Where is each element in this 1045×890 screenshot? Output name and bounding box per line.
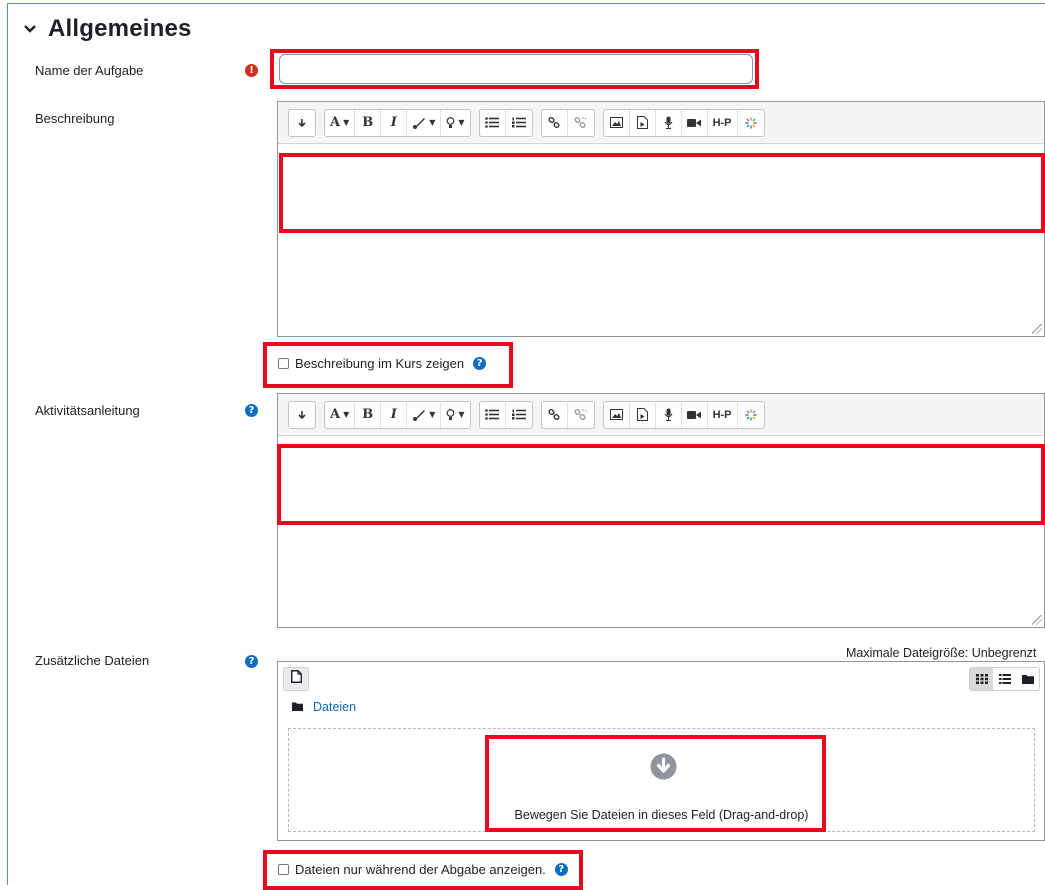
- lightbulb-icon[interactable]: ▼: [441, 110, 469, 136]
- folder-view-icon[interactable]: [1016, 668, 1039, 690]
- highlight-box: [279, 153, 1045, 233]
- highlight-box: [263, 342, 513, 388]
- brush-icon[interactable]: ▼: [407, 109, 442, 136]
- h5p-icon[interactable]: H-P: [708, 109, 738, 136]
- exclamation-circle-icon: !: [245, 64, 258, 77]
- media-icon[interactable]: [630, 401, 656, 428]
- section-header[interactable]: Allgemeines: [24, 15, 192, 43]
- media-icon[interactable]: [630, 109, 656, 136]
- image-icon[interactable]: [604, 401, 630, 428]
- accessibility-checker-icon[interactable]: [738, 110, 764, 136]
- question-circle-icon[interactable]: ?: [245, 404, 258, 417]
- editor-toolbar: A ▼ B I ▼ ▼ H-P: [278, 102, 1044, 144]
- folder-icon: [292, 700, 303, 714]
- bullet-list-icon[interactable]: [480, 401, 506, 428]
- link-icon[interactable]: [542, 401, 568, 428]
- collapse-toolbar-button[interactable]: [289, 110, 315, 136]
- unlink-icon[interactable]: [568, 110, 594, 136]
- highlight-box: [277, 444, 1045, 525]
- file-icon: [290, 670, 302, 688]
- files-label: Zusätzliche Dateien: [35, 653, 150, 668]
- italic-button[interactable]: I: [381, 401, 408, 428]
- h5p-icon[interactable]: H-P: [708, 401, 738, 428]
- image-icon[interactable]: [604, 109, 630, 136]
- resize-handle-icon[interactable]: [1032, 324, 1042, 334]
- collapse-toolbar-button[interactable]: [289, 402, 315, 428]
- video-camera-icon[interactable]: [682, 109, 708, 136]
- numbered-list-icon[interactable]: [506, 402, 532, 428]
- max-file-size: Maximale Dateigröße: Unbegrenzt: [846, 646, 1037, 660]
- folder-link-files[interactable]: Dateien: [313, 700, 356, 714]
- editor-toolbar: A ▼ B I ▼ ▼ H-P: [278, 394, 1044, 436]
- grid-view-icon[interactable]: [970, 668, 993, 690]
- list-view-icon[interactable]: [993, 668, 1016, 690]
- microphone-icon[interactable]: [656, 401, 682, 428]
- breadcrumb: Dateien: [292, 700, 356, 714]
- font-style-button[interactable]: A ▼: [325, 401, 356, 428]
- highlight-box: [485, 735, 826, 832]
- section-title: Allgemeines: [48, 15, 192, 42]
- add-file-button[interactable]: [283, 667, 309, 691]
- question-circle-icon[interactable]: ?: [245, 655, 258, 668]
- frame-border-top: [7, 3, 1045, 4]
- video-camera-icon[interactable]: [682, 401, 708, 428]
- chevron-down-icon[interactable]: [24, 17, 36, 38]
- brush-icon[interactable]: ▼: [407, 401, 442, 428]
- link-icon[interactable]: [542, 109, 568, 136]
- highlight-box: [270, 49, 759, 89]
- bold-button[interactable]: B: [355, 109, 382, 136]
- font-style-button[interactable]: A ▼: [325, 109, 356, 136]
- frame-border-left: [7, 3, 8, 885]
- name-label: Name der Aufgabe: [35, 63, 144, 78]
- unlink-icon[interactable]: [568, 402, 594, 428]
- bullet-list-icon[interactable]: [480, 109, 506, 136]
- description-label: Beschreibung: [35, 111, 115, 126]
- italic-button[interactable]: I: [381, 109, 408, 136]
- accessibility-checker-icon[interactable]: [738, 402, 764, 428]
- resize-handle-icon[interactable]: [1032, 615, 1042, 625]
- highlight-box: [263, 850, 583, 890]
- lightbulb-icon[interactable]: ▼: [441, 402, 469, 428]
- bold-button[interactable]: B: [355, 401, 382, 428]
- microphone-icon[interactable]: [656, 109, 682, 136]
- numbered-list-icon[interactable]: [506, 110, 532, 136]
- activity-label: Aktivitätsanleitung: [35, 403, 140, 418]
- view-toggle-group: [969, 667, 1040, 691]
